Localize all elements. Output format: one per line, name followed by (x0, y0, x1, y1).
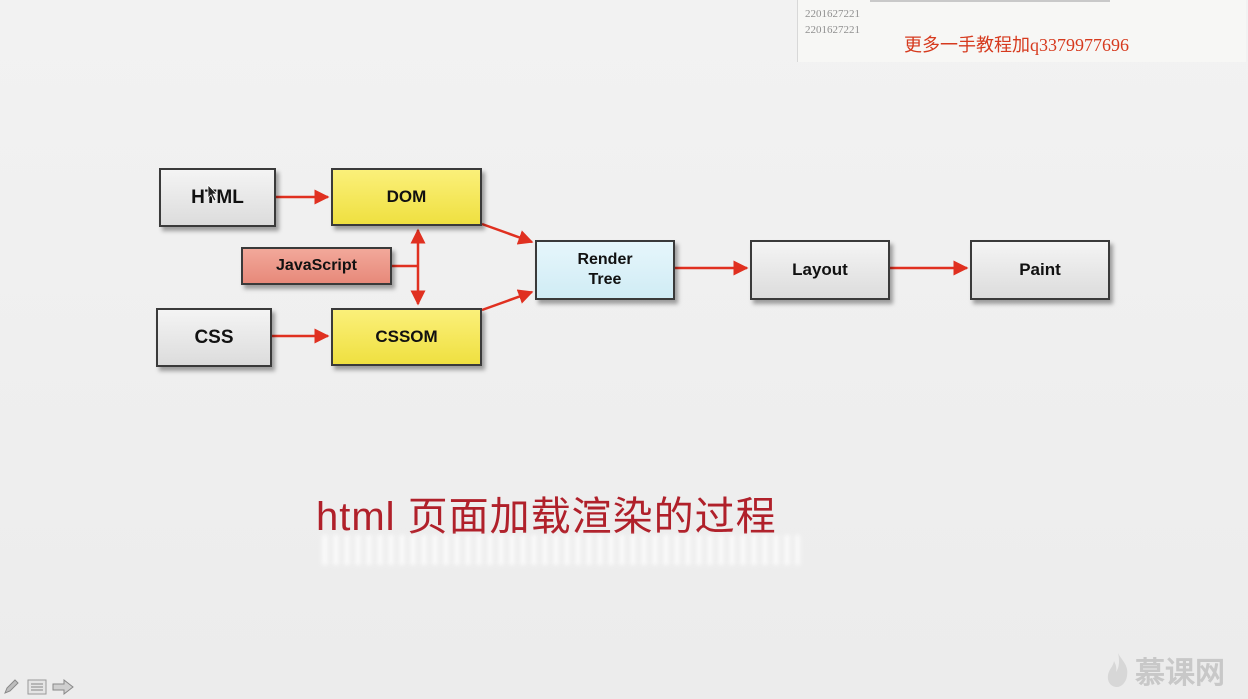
brand-logo: 慕课网 (1105, 648, 1225, 692)
mouse-cursor-icon (207, 184, 218, 202)
node-render-tree: Render Tree (535, 240, 675, 300)
node-javascript: JavaScript (241, 247, 392, 285)
caption-reflection (322, 535, 800, 565)
player-controls (0, 678, 74, 699)
menu-icon[interactable] (26, 678, 48, 696)
arrow-dom-render (481, 222, 534, 245)
next-arrow-icon[interactable] (52, 678, 74, 696)
node-css: CSS (156, 308, 272, 367)
slide: 2201627221 2201627221 更多一手教程加q3379977696… (0, 0, 1248, 699)
brand-name: 慕课网 (1135, 657, 1225, 690)
node-dom: DOM (331, 168, 482, 226)
node-cssom: CSSOM (331, 308, 482, 366)
arrow-cssom-render (481, 289, 534, 312)
node-paint: Paint (970, 240, 1110, 300)
pencil-icon[interactable] (0, 678, 22, 696)
flame-icon (1107, 653, 1128, 687)
node-layout: Layout (750, 240, 890, 300)
slide-caption: html 页面加载渲染的过程 (316, 495, 777, 539)
